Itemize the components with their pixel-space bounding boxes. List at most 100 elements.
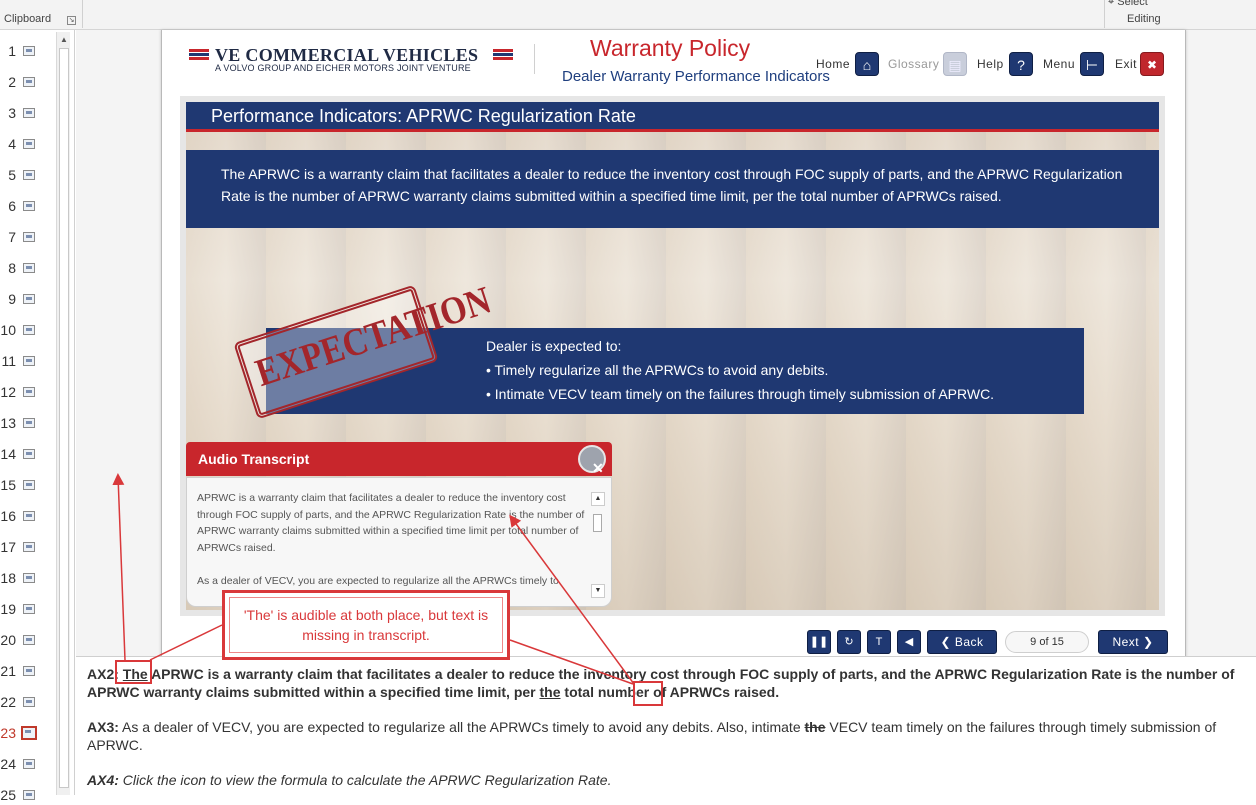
scroll-down-icon[interactable]: ▼ (591, 584, 605, 598)
slide-thumbnail[interactable]: 21 (0, 661, 56, 681)
select-label: Select (1117, 0, 1148, 8)
transcript-header: Audio Transcript ✕ (186, 442, 612, 476)
transcript-toggle-button[interactable]: T (867, 630, 891, 654)
slide-thumbnail[interactable]: 24 (0, 754, 56, 774)
clipboard-group-label: Clipboard (4, 13, 52, 25)
menu-tree-icon: ⊢ (1085, 57, 1099, 73)
slide-number: 19 (0, 601, 16, 617)
slide-preview-icon (23, 542, 35, 552)
slide-thumbnail[interactable]: 6 (0, 196, 56, 216)
slide-thumbnail[interactable]: 7 (0, 227, 56, 247)
slide-thumbnail[interactable]: 5 (0, 165, 56, 185)
note-text: As a dealer of VECV, you are expected to… (122, 719, 801, 735)
slide-preview-icon (23, 232, 35, 242)
slide-thumbnail[interactable]: 9 (0, 289, 56, 309)
notes-pane[interactable]: AX2: The APRWC is a warranty claim that … (76, 656, 1256, 795)
slide-number: 9 (8, 291, 16, 307)
speaker-icon: ◀ (904, 636, 914, 648)
slide-thumbnail-panel: 1 2 3 4 5 6 7 8 9 10 11 12 13 14 15 16 17 18 19 20 21 22 23 24 2… (0, 30, 75, 803)
pause-button[interactable]: ❚❚ (807, 630, 831, 654)
slide-number: 13 (0, 415, 16, 431)
scroll-thumb[interactable] (59, 48, 69, 788)
note-text: total number of APRWCs raised. (564, 684, 780, 700)
review-highlight-box (115, 660, 152, 684)
slide-preview-icon (23, 170, 35, 180)
slide-preview-icon (23, 263, 35, 273)
transcript-close-button[interactable]: ✕ (578, 445, 606, 476)
slide-number: 14 (0, 446, 16, 462)
slide-thumbnail[interactable]: 8 (0, 258, 56, 278)
slide-thumbnail[interactable]: 20 (0, 630, 56, 650)
help-label: Help (977, 57, 1004, 71)
slide-thumbnail[interactable]: 3 (0, 103, 56, 123)
slide-number: 24 (0, 756, 16, 772)
transcript-scrollbar[interactable]: ▲ ▼ (591, 492, 605, 602)
ribbon: Clipboard ↘ ⌖ Select Editing (0, 0, 1256, 30)
note-label: AX4: (87, 772, 119, 788)
page-title: Performance Indicators: APRWC Regulariza… (211, 106, 636, 126)
scroll-up-icon[interactable]: ▲ (59, 35, 69, 45)
replay-button[interactable]: ↻ (837, 630, 861, 654)
slide-thumbnail[interactable]: 11 (0, 351, 56, 371)
audio-transcript-panel: Audio Transcript ✕ APRWC is a warranty c… (186, 442, 618, 610)
thumbnail-scrollbar[interactable]: ▲ (56, 32, 70, 795)
slide-thumbnail[interactable]: 13 (0, 413, 56, 433)
scroll-up-icon[interactable]: ▲ (591, 492, 605, 506)
slide-number: 2 (8, 74, 16, 90)
slide-thumbnail[interactable]: 23 (0, 723, 56, 743)
slide-thumbnail[interactable]: 16 (0, 506, 56, 526)
scroll-thumb[interactable] (593, 514, 602, 532)
slide-thumbnail[interactable]: 4 (0, 134, 56, 154)
expectation-bullet: • Timely regularize all the APRWCs to av… (486, 362, 829, 378)
slide-number: 12 (0, 384, 16, 400)
back-button[interactable]: ❮ Back (927, 630, 997, 654)
help-button[interactable]: ? (1009, 52, 1033, 76)
next-button[interactable]: Next ❯ (1098, 630, 1168, 654)
course-title: Warranty Policy (590, 35, 751, 61)
expectation-bullet: • Intimate VECV team timely on the failu… (486, 386, 995, 402)
slide-number: 16 (0, 508, 16, 524)
slide-number: 18 (0, 570, 16, 586)
slide-preview-icon (21, 726, 37, 740)
audio-button[interactable]: ◀ (897, 630, 921, 654)
select-button[interactable]: ⌖ Select (1108, 0, 1148, 9)
slide-preview-icon (23, 325, 35, 335)
menu-button[interactable]: ⊢ (1080, 52, 1104, 76)
editing-group-label: Editing (1127, 13, 1161, 25)
slide-thumbnail[interactable]: 25 (0, 785, 56, 805)
slide-preview-icon (23, 356, 35, 366)
glossary-button[interactable]: ▤ (943, 52, 967, 76)
slide-thumbnail[interactable]: 10 (0, 320, 56, 340)
slide-thumbnail[interactable]: 14 (0, 444, 56, 464)
slide-preview-icon (23, 604, 35, 614)
note-ax3: AX3: As a dealer of VECV, you are expect… (87, 718, 1237, 754)
home-label: Home (816, 57, 851, 71)
company-tagline: A VOLVO GROUP AND EICHER MOTORS JOINT VE… (215, 63, 471, 73)
slide-thumbnail[interactable]: 22 (0, 692, 56, 712)
clipboard-dialog-launcher-icon[interactable]: ↘ (67, 16, 76, 25)
back-label: Back (954, 635, 984, 649)
header-divider (534, 44, 535, 74)
slide-thumbnail[interactable]: 18 (0, 568, 56, 588)
slide-thumbnail[interactable]: 2 (0, 72, 56, 92)
slide-thumbnail[interactable]: 19 (0, 599, 56, 619)
slide-number: 10 (0, 322, 16, 338)
chevron-right-icon: ❯ (1142, 635, 1154, 649)
slide-thumbnail[interactable]: 1 (0, 41, 56, 61)
logo-flag-icon (189, 49, 209, 60)
slide-thumbnail[interactable]: 12 (0, 382, 56, 402)
next-label: Next (1112, 635, 1140, 649)
exit-button[interactable]: ✖ (1140, 52, 1164, 76)
slide-number: 6 (8, 198, 16, 214)
slide-preview-icon (23, 46, 35, 56)
slide-canvas: VE COMMERCIAL VEHICLES A VOLVO GROUP AND… (76, 30, 1256, 680)
home-button[interactable]: ⌂ (855, 52, 879, 76)
slide-thumbnail[interactable]: 15 (0, 475, 56, 495)
chevron-left-icon: ❮ (940, 635, 952, 649)
home-icon: ⌂ (862, 57, 872, 73)
slide-number: 20 (0, 632, 16, 648)
slide-number: 3 (8, 105, 16, 121)
slide-thumbnail[interactable]: 17 (0, 537, 56, 557)
callout-text: 'The' is audible at both place, but text… (243, 607, 489, 643)
slide-number: 5 (8, 167, 16, 183)
